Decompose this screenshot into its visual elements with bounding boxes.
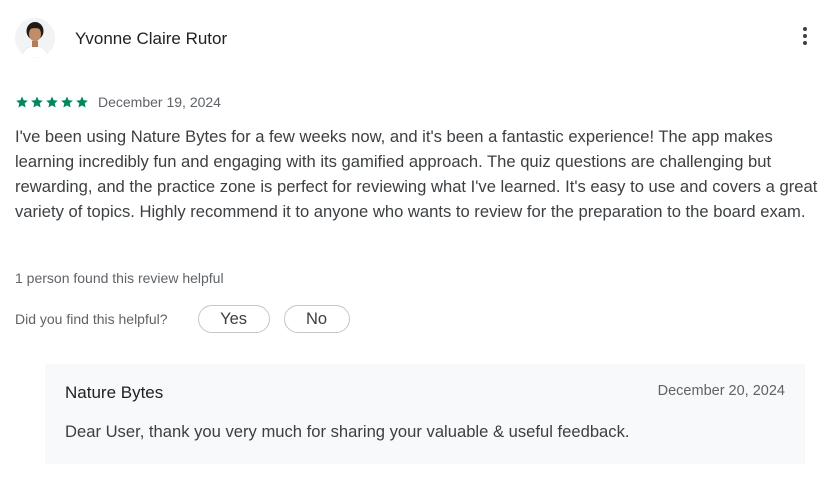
star-icon (31, 96, 43, 108)
helpful-yes-button[interactable]: Yes (197, 305, 270, 333)
user-avatar-icon (15, 18, 55, 58)
more-vert-icon-dot (803, 41, 807, 45)
star-icon (61, 96, 73, 108)
star-icon (46, 96, 58, 108)
helpful-prompt: Did you find this helpful? Yes No (15, 304, 350, 334)
star-rating (15, 95, 89, 109)
reply-date: December 20, 2024 (657, 383, 785, 399)
reply-text: Dear User, thank you very much for shari… (65, 422, 630, 441)
review-author-name: Yvonne Claire Rutor (75, 29, 228, 48)
review-header: Yvonne Claire Rutor (15, 18, 825, 60)
star-icon (16, 96, 28, 108)
reply-author-name: Nature Bytes (65, 383, 164, 402)
helpful-no-button[interactable]: No (283, 305, 350, 333)
helpful-question: Did you find this helpful? (15, 311, 168, 327)
rating-row: December 19, 2024 (15, 92, 221, 112)
star-icon (76, 96, 88, 108)
developer-reply: Nature Bytes December 20, 2024 Dear User… (45, 364, 805, 464)
avatar (15, 18, 55, 58)
helpful-count: 1 person found this review helpful (15, 270, 224, 286)
more-vert-icon (803, 27, 807, 31)
review-text: I've been using Nature Bytes for a few w… (15, 127, 818, 221)
more-vert-icon-dot (803, 34, 807, 38)
review-date: December 19, 2024 (98, 94, 221, 110)
more-options-button[interactable] (793, 24, 817, 52)
